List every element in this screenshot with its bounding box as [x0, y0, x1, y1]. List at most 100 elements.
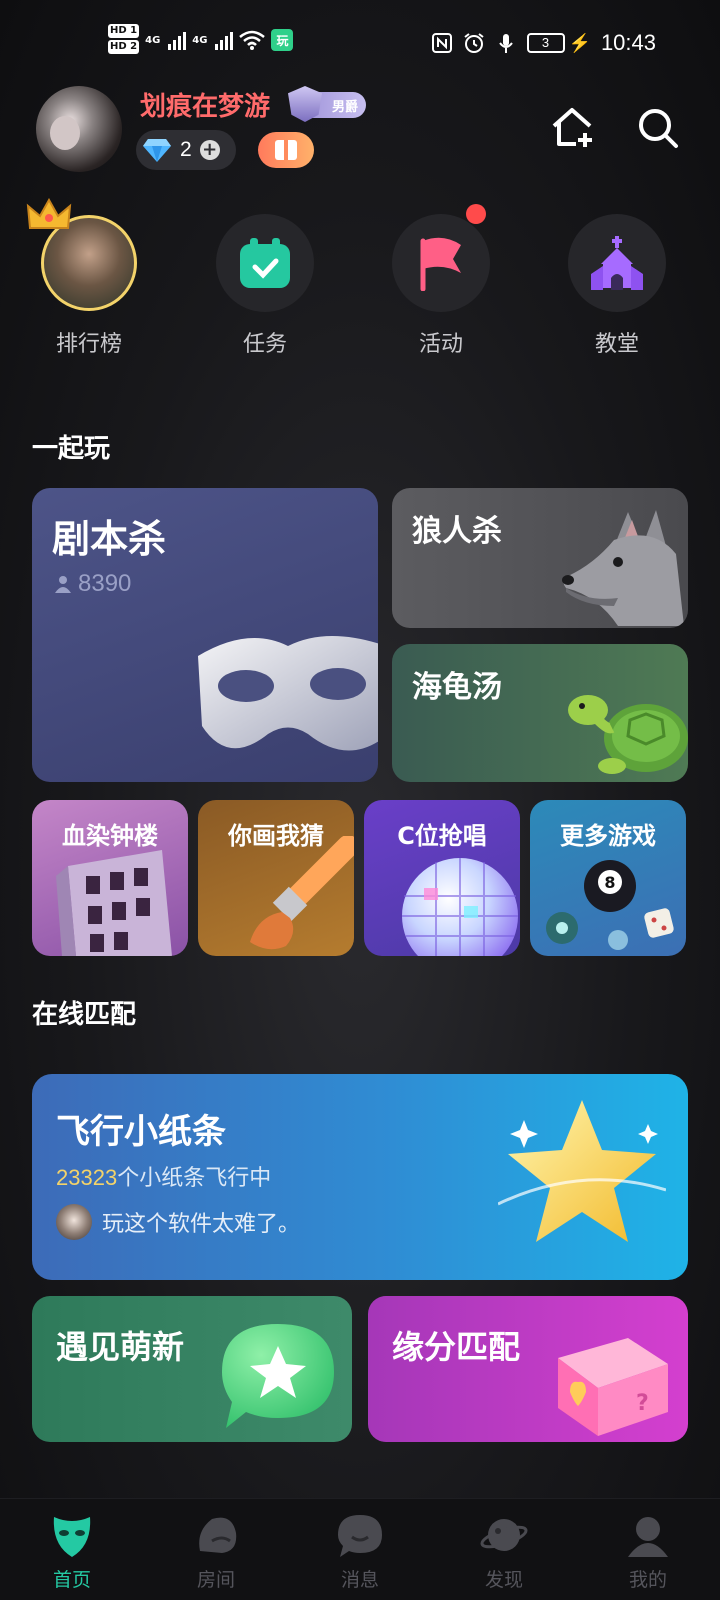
disco-ball-illustration — [402, 858, 518, 956]
nav-messages[interactable]: 消息 — [300, 1499, 420, 1600]
charging-icon: ⚡ — [568, 32, 591, 53]
note-title: 飞行小纸条 — [56, 1112, 226, 1152]
app-notification-icon: 玩 — [271, 29, 294, 51]
mask-icon — [53, 1517, 91, 1557]
section-title-play: 一起玩 — [32, 434, 111, 464]
vip-label: 男爵 — [331, 99, 358, 115]
nav-label: 房间 — [196, 1569, 235, 1591]
game-card-more-games[interactable]: 更多游戏 8 — [530, 800, 686, 956]
nav-label: 消息 — [340, 1569, 379, 1591]
paintbrush-illustration — [250, 836, 354, 950]
crown-icon — [26, 198, 72, 229]
flag-icon — [420, 237, 461, 291]
quick-entry-label: 教堂 — [594, 332, 639, 357]
notification-dot — [466, 204, 486, 224]
match-card-paper-plane[interactable]: 飞行小纸条 23323个小纸条飞行中 玩这个软件太难了。 — [32, 1074, 688, 1280]
alarm-icon — [463, 33, 484, 53]
tower-illustration — [56, 850, 172, 956]
clock: 10:43 — [600, 30, 656, 55]
profile-icon — [628, 1517, 668, 1557]
bottom-nav: 首页 房间 消息 发现 我的 — [0, 1498, 720, 1600]
match-card-meet-new[interactable]: 遇见萌新 — [32, 1296, 352, 1442]
game-card-blood-clocktower[interactable]: 血染钟楼 — [32, 800, 188, 956]
sim1-label: HD 1 — [108, 24, 140, 38]
note-latest-message: 玩这个软件太难了。 — [56, 1204, 300, 1240]
game-title: 海龟汤 — [412, 670, 502, 705]
tasks-circle — [216, 214, 314, 312]
message-avatar — [56, 1204, 92, 1240]
diamond-icon — [143, 139, 171, 162]
game-card-turtle-soup[interactable]: 海龟汤 — [392, 644, 688, 782]
gift-icon — [275, 140, 297, 160]
quick-entry-church[interactable]: 教堂 — [562, 214, 672, 358]
nav-discover[interactable]: 发现 — [444, 1499, 564, 1600]
game-title: 狼人杀 — [412, 514, 502, 549]
match-card-fate[interactable]: 缘分匹配 ? — [368, 1296, 688, 1442]
game-balls-illustration: 8 — [546, 860, 674, 950]
gift-button[interactable] — [258, 132, 314, 168]
svg-text:8: 8 — [604, 873, 615, 892]
nav-home[interactable]: 首页 — [12, 1499, 132, 1600]
svg-text:?: ? — [636, 1391, 649, 1416]
quick-entry-tasks[interactable]: 任务 — [210, 214, 320, 358]
calendar-check-icon — [240, 238, 290, 288]
wifi-icon — [239, 30, 266, 50]
online-count: 8390 — [54, 570, 131, 598]
status-right: 3 ⚡ 10:43 — [431, 30, 656, 56]
vip-badge[interactable]: 男爵 — [288, 86, 366, 122]
user-avatar[interactable] — [36, 86, 122, 172]
sim2-label: HD 2 — [108, 40, 140, 54]
nav-room[interactable]: 房间 — [156, 1499, 276, 1600]
ranking-avatar-wrap — [26, 198, 138, 312]
gift-box-illustration: ? — [558, 1338, 668, 1436]
diamond-balance[interactable]: 2 + — [136, 130, 236, 170]
game-card-draw-guess[interactable]: 你画我猜 — [198, 800, 354, 956]
diamond-count: 2 — [180, 138, 192, 161]
status-left: HD 1 HD 2 4G 4G 玩 — [108, 24, 294, 56]
nav-label: 首页 — [52, 1569, 91, 1591]
mask-illustration — [198, 636, 378, 751]
note-count-text: 23323个小纸条飞行中 — [56, 1160, 271, 1192]
planet-icon — [480, 1519, 528, 1551]
note-count: 23323 — [56, 1165, 118, 1190]
nav-profile[interactable]: 我的 — [588, 1499, 708, 1600]
game-title: 剧本杀 — [52, 517, 167, 561]
person-icon — [55, 576, 71, 593]
quick-entry-label: 任务 — [242, 332, 287, 357]
quick-entry-events[interactable]: 活动 — [386, 204, 496, 358]
game-card-script-murder[interactable]: 剧本杀 8390 — [32, 488, 378, 782]
nfc-icon — [431, 33, 452, 53]
game-card-c-position-sing[interactable]: C位抢唱 — [364, 800, 520, 956]
signal1-icon — [168, 30, 187, 50]
create-room-icon[interactable] — [548, 104, 596, 152]
meet-title: 遇见萌新 — [56, 1328, 185, 1366]
net1-label: 4G — [145, 34, 161, 46]
username[interactable]: 划痕在梦游 — [140, 86, 270, 123]
church-circle — [568, 214, 666, 312]
quick-entry-label: 排行榜 — [55, 332, 122, 357]
vip-shield-icon — [288, 86, 322, 122]
add-diamond-icon[interactable]: + — [199, 140, 220, 160]
online-count-value: 8390 — [78, 570, 132, 597]
chat-bubble-illustration — [222, 1324, 334, 1428]
sim-indicators: HD 1 HD 2 — [108, 24, 140, 56]
note-message-text: 玩这个软件太难了。 — [102, 1212, 301, 1237]
status-bar: HD 1 HD 2 4G 4G 玩 3 ⚡ 10:43 — [0, 0, 720, 92]
battery-indicator: 3 — [526, 33, 565, 53]
nav-label: 发现 — [484, 1569, 523, 1591]
quick-entry-ranking[interactable]: 排行榜 — [26, 198, 144, 358]
microphone-icon — [498, 34, 513, 53]
fate-title: 缘分匹配 — [392, 1328, 521, 1366]
note-count-suffix: 个小纸条飞行中 — [117, 1166, 272, 1191]
search-icon[interactable] — [636, 106, 680, 150]
turtle-illustration — [568, 695, 688, 774]
signal2-icon — [215, 30, 234, 50]
section-title-match: 在线匹配 — [32, 1000, 137, 1030]
quick-entry-label: 活动 — [418, 332, 463, 357]
wolf-illustration — [562, 510, 684, 626]
church-icon — [591, 236, 643, 290]
events-circle — [392, 204, 490, 312]
net2-label: 4G — [192, 34, 208, 46]
message-icon — [338, 1515, 382, 1557]
game-card-werewolf[interactable]: 狼人杀 — [392, 488, 688, 628]
